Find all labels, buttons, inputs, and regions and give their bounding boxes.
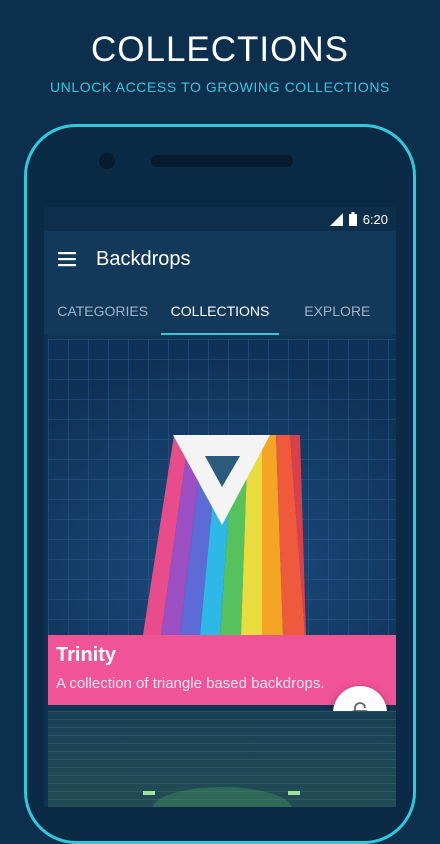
phone-frame: 6:20 Backdrops CATEGORIES COLLECTIONS EX… [24, 124, 416, 844]
tab-explore[interactable]: EXPLORE [279, 287, 396, 335]
card-title: Trinity [56, 644, 117, 666]
phone-screen: 6:20 Backdrops CATEGORIES COLLECTIONS EX… [44, 207, 396, 807]
card-image-2 [48, 711, 396, 807]
tab-collections[interactable]: COLLECTIONS [161, 287, 279, 335]
app-title: Backdrops [96, 248, 191, 270]
card-description: A collection of triangle based backdrops… [56, 675, 325, 692]
collection-card-2[interactable] [48, 711, 396, 807]
battery-icon [348, 212, 357, 226]
tab-categories[interactable]: CATEGORIES [44, 287, 161, 335]
promo-subtitle: UNLOCK ACCESS TO GROWING COLLECTIONS [49, 79, 391, 95]
menu-icon[interactable] [56, 249, 80, 269]
card-image [48, 339, 396, 635]
status-bar: 6:20 [44, 207, 396, 231]
speaker [151, 155, 293, 167]
app-toolbar: Backdrops [44, 231, 396, 287]
collection-card[interactable]: Trinity A collection of triangle based b… [48, 339, 396, 705]
camera [99, 153, 115, 169]
tab-bar: CATEGORIES COLLECTIONS EXPLORE [44, 287, 396, 335]
promo-title: COLLECTIONS [91, 30, 349, 69]
status-time: 6:20 [362, 211, 388, 227]
signal-icon [329, 212, 343, 226]
